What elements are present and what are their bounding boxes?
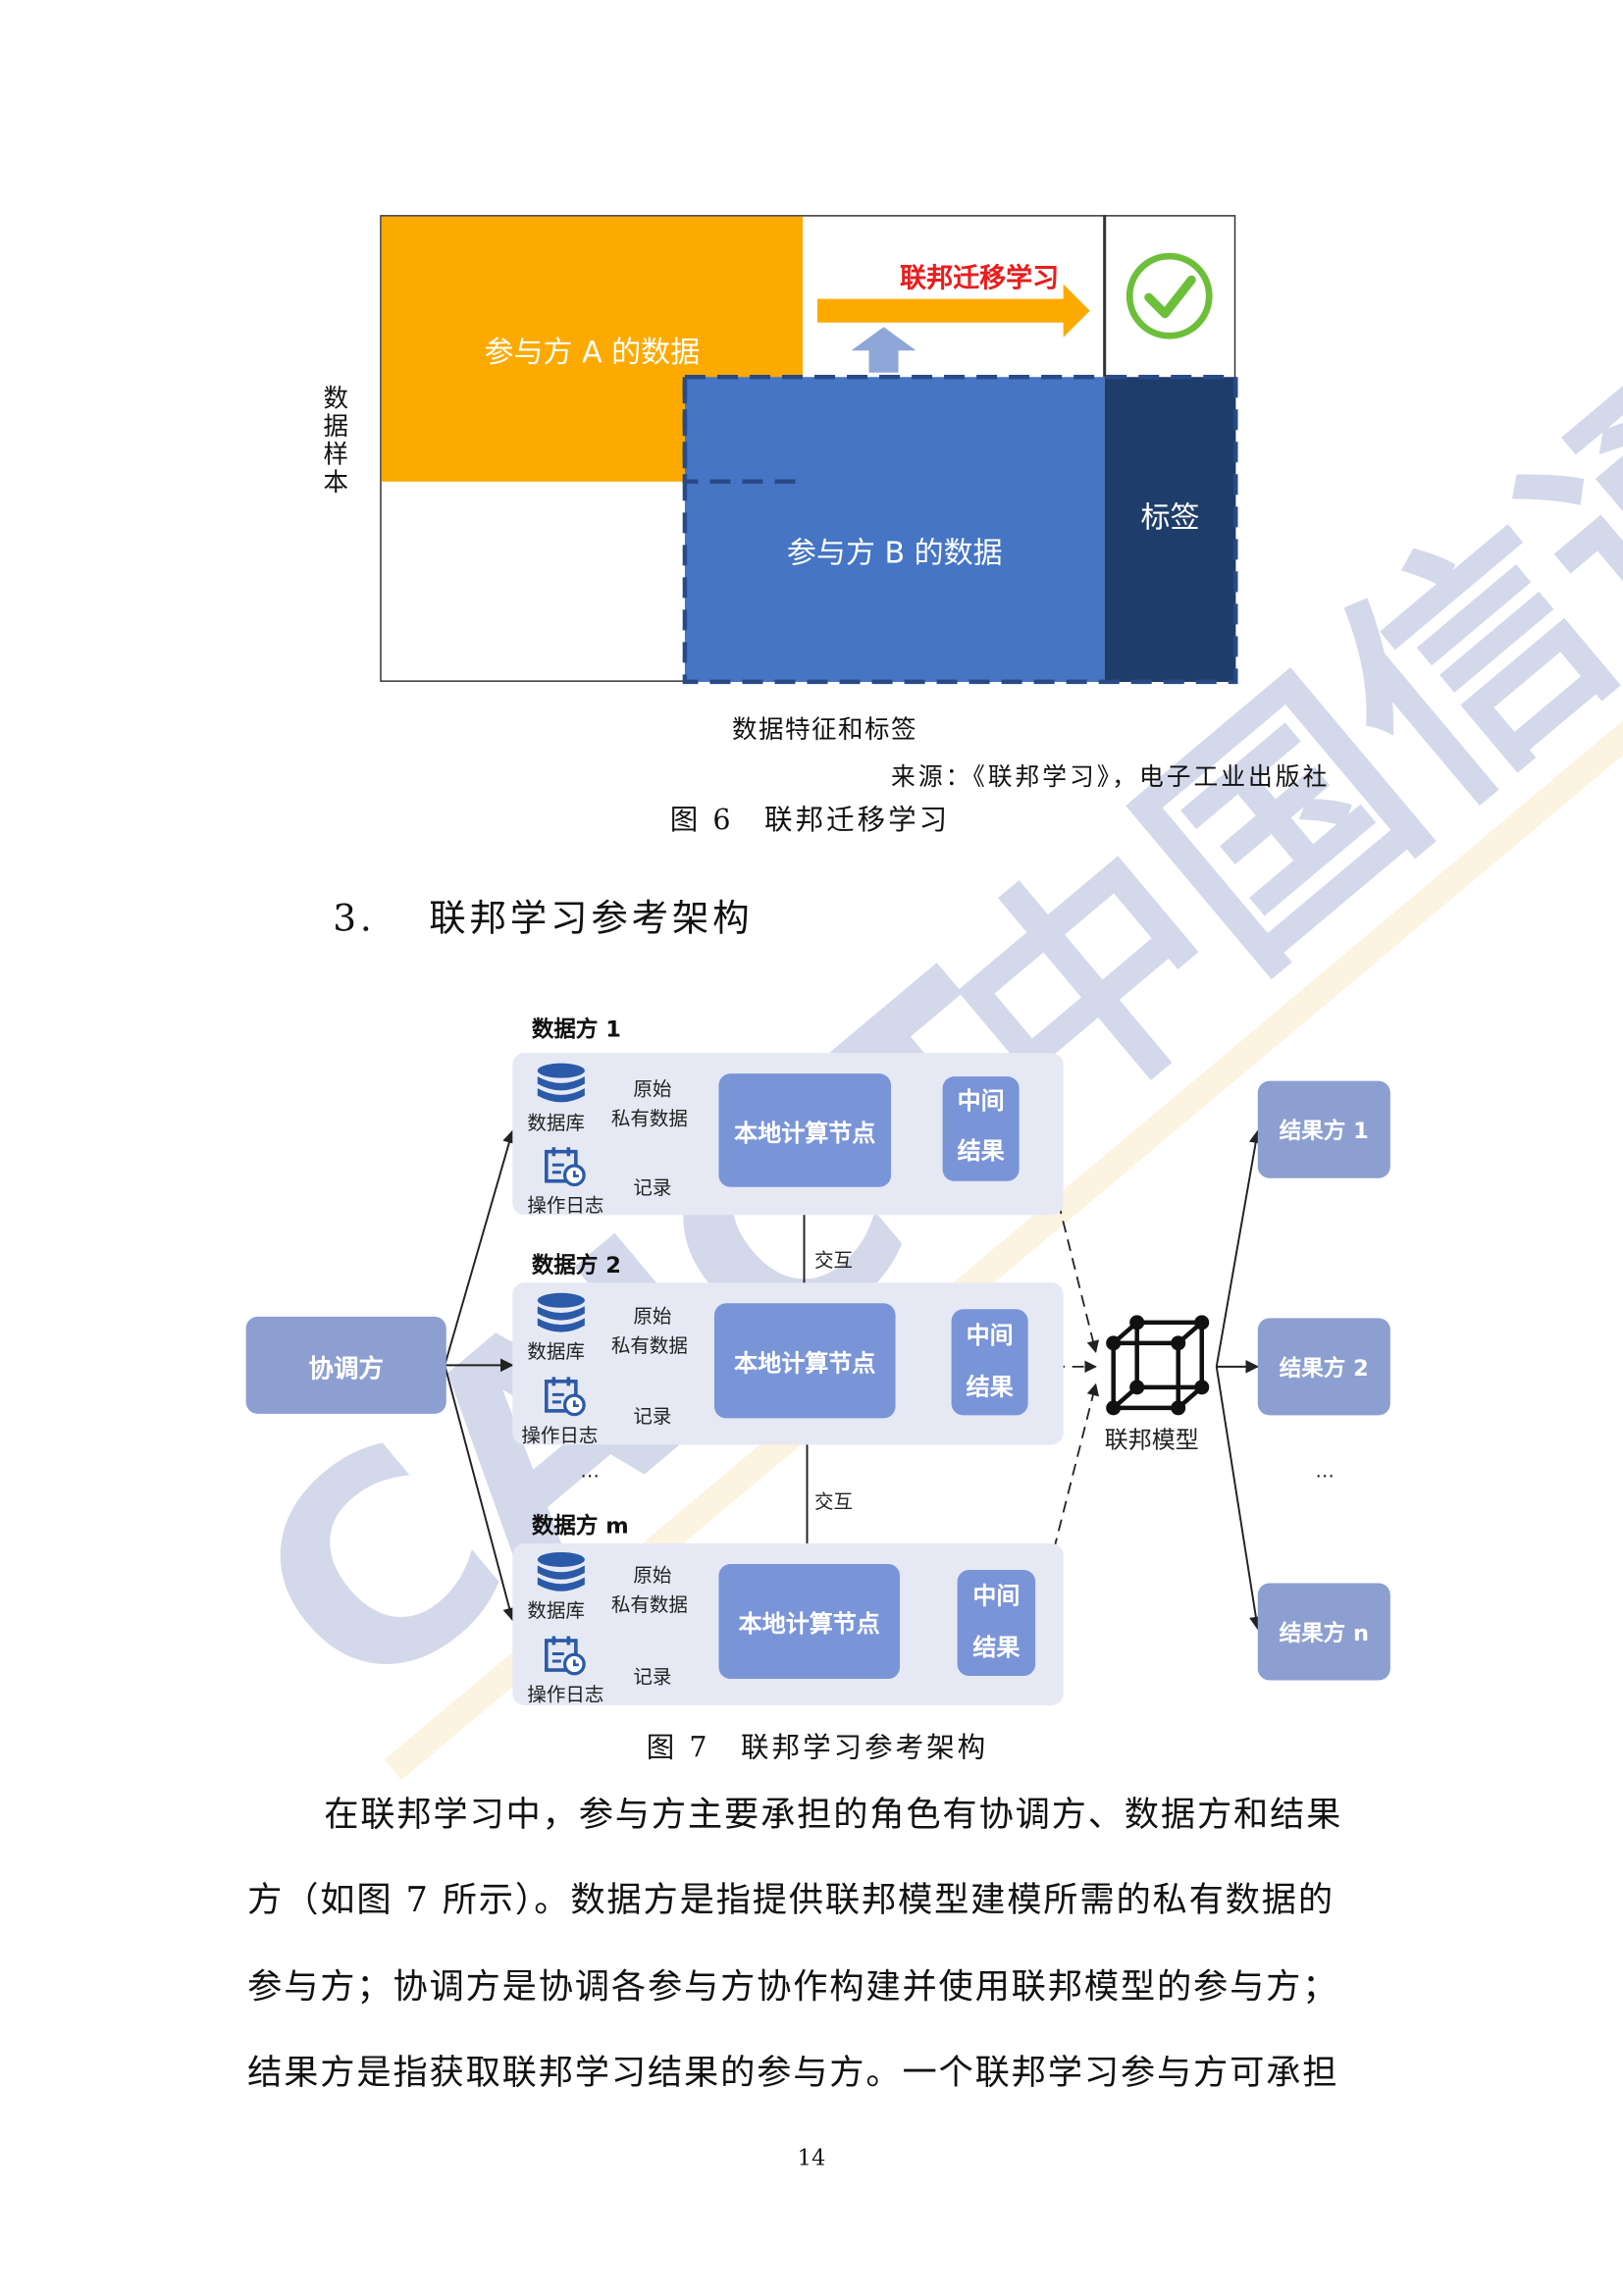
page-number: 14 [797,2144,826,2171]
figure-7: 协调方 数据方 1 数据库 操作日志 原始 私有数据 记录 本地计算节点 中间 [0,0,1623,1782]
model-cube-icon [1111,1320,1204,1411]
result-party-n-label: 结果方 n [1279,1619,1370,1646]
model-label: 联邦模型 [1104,1425,1199,1454]
party1-local-node-label: 本地计算节点 [734,1118,876,1147]
party2-mid1: 中间 [966,1321,1014,1349]
partym-record: 记录 [633,1667,672,1690]
party1-record: 记录 [633,1177,672,1201]
ellipsis-left: … [580,1460,600,1484]
party2-title: 数据方 2 [531,1251,621,1278]
party2-raw2: 私有数据 [610,1335,688,1358]
partym-db-label: 数据库 [527,1600,585,1624]
coord-to-partym [444,1365,516,1622]
coordinator-box: 协调方 [245,1316,446,1414]
body-line-1: 在联邦学习中，参与方主要承担的角色有协调方、数据方和结果 [324,1794,1343,1836]
log-icon [545,1636,586,1676]
database-icon [537,1063,585,1103]
partym-mid1: 中间 [972,1581,1021,1610]
party1-title: 数据方 1 [531,1016,621,1043]
partym-local-node-label: 本地计算节点 [738,1609,880,1639]
party1-log-label: 操作日志 [527,1195,604,1219]
result-party-1: 结果方 1 [1257,1080,1390,1178]
partym-local-node: 本地计算节点 [718,1563,901,1680]
database-icon [537,1292,585,1332]
database-icon [537,1551,585,1592]
party2-record: 记录 [633,1406,672,1429]
interact-label-1: 交互 [814,1250,854,1273]
fig7-caption: 图 7 联邦学习参考架构 [646,1732,989,1765]
partym-intermediate: 中间 结果 [957,1569,1036,1677]
party2-raw1: 原始 [633,1306,672,1329]
party1-mid2: 结果 [957,1136,1005,1166]
party1-local-node: 本地计算节点 [718,1073,892,1187]
log-icon [545,1377,586,1417]
party2-intermediate: 中间 结果 [951,1309,1028,1416]
partym-mid2: 结果 [972,1633,1021,1662]
model-to-result-n [1215,1366,1263,1631]
coordinator-label: 协调方 [308,1354,384,1384]
body-line-4: 结果方是指获取联邦学习结果的参与方。一个联邦学习参与方可承担 [247,2051,1339,2093]
model-to-result-1 [1215,1129,1263,1368]
party2-log-label: 操作日志 [521,1425,599,1448]
body-line-2: 方（如图 7 所示）。数据方是指提供联邦模型建模所需的私有数据的 [247,1879,1335,1921]
document-page: CAICT 中国信通院 参与方 A 的数据 参与方 B 的数据 标签 联邦迁移学… [0,0,1623,2296]
result-party-2: 结果方 2 [1257,1318,1390,1416]
fig7-connectors [444,1121,1263,1650]
partym-raw1: 原始 [633,1565,672,1588]
body-line-3: 参与方；协调方是协调各参与方协作构建并使用联邦模型的参与方； [247,1965,1339,2008]
result-party-n: 结果方 n [1257,1583,1390,1681]
ellipsis-right: … [1315,1460,1335,1484]
result-party-2-label: 结果方 2 [1279,1354,1369,1382]
party1-db-label: 数据库 [527,1113,585,1136]
party1-intermediate: 中间 结果 [942,1076,1020,1181]
party1-mid1: 中间 [957,1086,1005,1116]
result-party-1-label: 结果方 1 [1279,1117,1369,1144]
partym-log-label: 操作日志 [527,1685,604,1707]
party1-raw1: 原始 [633,1079,672,1102]
partym-title: 数据方 m [531,1512,629,1539]
party2-local-node-label: 本地计算节点 [734,1348,876,1378]
interact-label-2: 交互 [814,1491,854,1514]
party2-mid2: 结果 [966,1372,1014,1401]
party2-local-node: 本地计算节点 [713,1303,896,1419]
coord-to-party1 [444,1129,516,1366]
party2-db-label: 数据库 [527,1341,585,1364]
log-icon [545,1147,586,1187]
party1-raw2: 私有数据 [610,1109,688,1131]
partym-raw2: 私有数据 [610,1594,688,1617]
